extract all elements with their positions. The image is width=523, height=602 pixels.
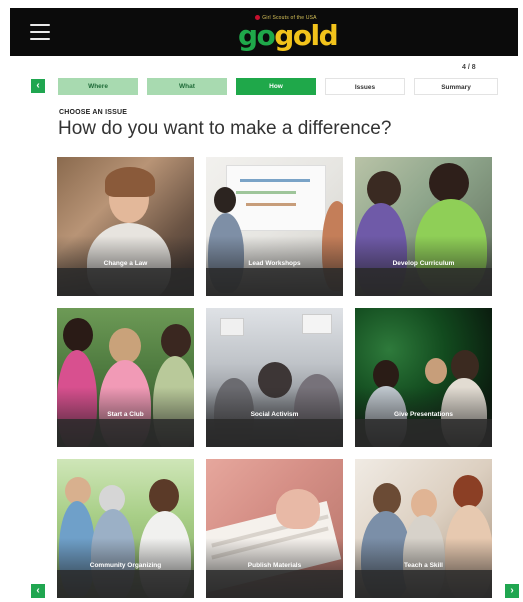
- card-lead-workshops[interactable]: Lead Workshops: [206, 157, 343, 296]
- card-label: Teach a Skill: [404, 562, 443, 569]
- card-label: Develop Curriculum: [392, 260, 455, 267]
- hamburger-menu-icon[interactable]: [30, 24, 50, 40]
- tab-summary[interactable]: Summary: [414, 78, 498, 95]
- chevron-left-icon: ‹: [36, 80, 40, 91]
- page-counter: 4 / 8: [462, 64, 476, 71]
- tab-where[interactable]: Where: [58, 78, 138, 95]
- card-change-a-law[interactable]: Change a Law: [57, 157, 194, 296]
- card-social-activism[interactable]: Social Activism: [206, 308, 343, 447]
- chevron-right-icon: ›: [510, 585, 514, 596]
- next-button[interactable]: ›: [505, 584, 519, 598]
- card-label: Give Presentations: [394, 411, 453, 418]
- chevron-left-icon: ‹: [36, 585, 40, 596]
- card-community-organizing[interactable]: Community Organizing: [57, 459, 194, 598]
- section-eyebrow: CHOOSE AN ISSUE: [59, 109, 128, 116]
- card-label: Lead Workshops: [248, 260, 301, 267]
- step-tabs: Where What How Issues Summary: [58, 78, 498, 95]
- card-label: Social Activism: [250, 411, 299, 418]
- card-label: Start a Club: [107, 411, 144, 418]
- previous-step-button[interactable]: ‹: [31, 79, 45, 93]
- issue-card-grid: Change a Law Lead Workshops Develop Curr…: [57, 157, 493, 598]
- card-start-a-club[interactable]: Start a Club: [57, 308, 194, 447]
- card-publish-materials[interactable]: Publish Materials: [206, 459, 343, 598]
- tab-what[interactable]: What: [147, 78, 227, 95]
- card-give-presentations[interactable]: Give Presentations: [355, 308, 492, 447]
- tab-issues[interactable]: Issues: [325, 78, 405, 95]
- top-navigation-bar: Girl Scouts of the USA gogold: [10, 8, 518, 56]
- card-develop-curriculum[interactable]: Develop Curriculum: [355, 157, 492, 296]
- gogold-logo[interactable]: Girl Scouts of the USA gogold: [238, 15, 339, 52]
- tab-how[interactable]: How: [236, 78, 316, 95]
- logo-wordmark: gogold: [238, 19, 339, 52]
- card-teach-a-skill[interactable]: Teach a Skill: [355, 459, 492, 598]
- card-label: Publish Materials: [247, 562, 302, 569]
- page-title: How do you want to make a difference?: [58, 118, 392, 139]
- card-label: Community Organizing: [89, 562, 162, 569]
- back-button[interactable]: ‹: [31, 584, 45, 598]
- card-label: Change a Law: [103, 260, 148, 267]
